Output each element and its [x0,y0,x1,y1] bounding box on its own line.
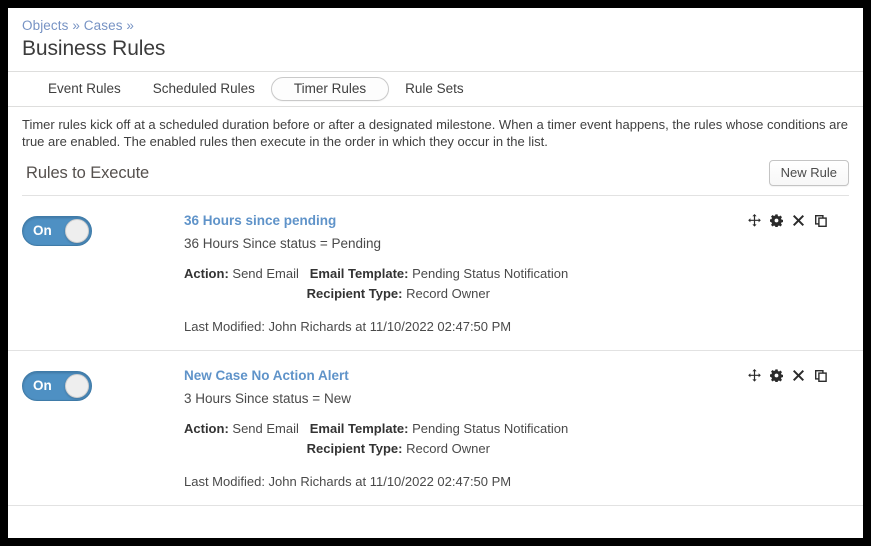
rule-action-block: Action: Send Email Email Template: Pendi… [184,264,863,304]
settings-gear-icon[interactable] [770,369,783,382]
rules-section-header: Rules to Execute New Rule [22,160,849,196]
rule-condition: 3 Hours Since status = New [184,391,351,406]
email-template-label: Email Template: [309,421,409,436]
settings-gear-icon[interactable] [770,214,783,227]
recipient-type-value: Record Owner [406,441,490,456]
rule-details: 36 Hours since pending 36 Hours Since st… [184,212,863,336]
copy-icon[interactable] [814,369,827,382]
action-value: Send Email [232,266,299,281]
rules-list: On 36 Hours since pending 36 Hours Since… [8,196,863,506]
tab-timer-rules[interactable]: Timer Rules [270,77,390,101]
rule-details: New Case No Action Alert 3 Hours Since s… [184,367,863,491]
email-template-value: Pending Status Notification [412,266,569,281]
page-title: Business Rules [22,37,166,60]
rule-name-link[interactable]: New Case No Action Alert [184,367,349,385]
rule-recipient-line: Recipient Type: Record Owner [184,284,863,304]
rule-recipient-line: Recipient Type: Record Owner [184,439,863,459]
toggle-label: On [33,223,52,238]
tab-rule-sets[interactable]: Rule Sets [389,78,480,100]
rules-section-title: Rules to Execute [26,163,150,182]
email-template-value: Pending Status Notification [412,421,569,436]
rule-last-modified: Last Modified: John Richards at 11/10/20… [184,319,512,334]
tab-bar: Event Rules Scheduled Rules Timer Rules … [8,71,863,107]
rule-toggle-cell: On [8,367,184,401]
rule-actions [748,369,827,382]
copy-icon[interactable] [814,214,827,227]
action-value: Send Email [232,421,299,436]
rule-enabled-toggle[interactable]: On [22,216,92,246]
rule-name-link[interactable]: 36 Hours since pending [184,212,336,230]
breadcrumb-text[interactable]: Objects » Cases » [22,18,134,33]
delete-close-icon[interactable] [792,369,805,382]
toggle-knob [65,219,89,243]
page-content: Objects » Cases » Business Rules [8,8,863,62]
delete-close-icon[interactable] [792,214,805,227]
tab-event-rules[interactable]: Event Rules [32,78,137,100]
section-description: Timer rules kick off at a scheduled dura… [22,117,848,149]
rule-row[interactable]: On 36 Hours since pending 36 Hours Since… [8,196,863,351]
rule-row[interactable]: On New Case No Action Alert 3 Hours Sinc… [8,351,863,506]
tab-scheduled-rules[interactable]: Scheduled Rules [137,78,271,100]
toggle-knob [65,374,89,398]
new-rule-button[interactable]: New Rule [768,160,849,186]
breadcrumb[interactable]: Objects » Cases » [22,8,849,34]
action-label: Action: [184,266,229,281]
recipient-type-value: Record Owner [406,286,490,301]
rule-actions [748,214,827,227]
toggle-label: On [33,378,52,393]
rule-enabled-toggle[interactable]: On [22,371,92,401]
rule-toggle-cell: On [8,212,184,246]
email-template-label: Email Template: [309,266,409,281]
rule-action-block: Action: Send Email Email Template: Pendi… [184,419,863,459]
rule-action-line: Action: Send Email Email Template: Pendi… [184,264,863,284]
recipient-type-label: Recipient Type: [306,441,403,456]
rule-condition: 36 Hours Since status = Pending [184,236,381,251]
move-icon[interactable] [748,369,761,382]
rule-last-modified: Last Modified: John Richards at 11/10/20… [184,474,512,489]
action-label: Action: [184,421,229,436]
recipient-type-label: Recipient Type: [306,286,403,301]
rule-action-line: Action: Send Email Email Template: Pendi… [184,419,863,439]
move-icon[interactable] [748,214,761,227]
app-window: Objects » Cases » Business Rules Event R… [8,8,863,538]
